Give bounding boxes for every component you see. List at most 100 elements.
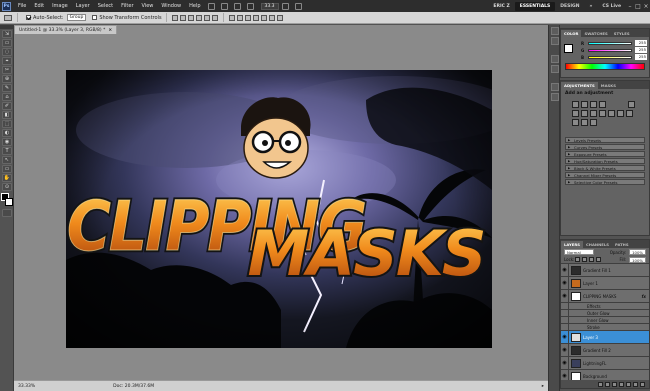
- menu-help[interactable]: Help: [185, 3, 204, 9]
- selective-color-icon[interactable]: [590, 119, 597, 126]
- new-group-icon[interactable]: [626, 381, 631, 387]
- workspace-more[interactable]: »: [584, 4, 597, 9]
- menu-window[interactable]: Window: [157, 3, 185, 9]
- green-slider[interactable]: [588, 48, 632, 52]
- screen-mode-icon[interactable]: [294, 2, 302, 10]
- eraser-tool-icon[interactable]: ⬚: [2, 120, 12, 128]
- preset-item[interactable]: Black & White Presets: [565, 165, 645, 171]
- distribute-bottom-icon[interactable]: [244, 14, 251, 21]
- layer-effect-row[interactable]: Stroke: [561, 324, 649, 331]
- preset-item[interactable]: Exposure Presets: [565, 151, 645, 157]
- eye-icon[interactable]: [561, 317, 569, 323]
- eye-icon[interactable]: ◉: [561, 290, 569, 302]
- blue-slider[interactable]: [588, 55, 632, 59]
- levels-icon[interactable]: [581, 101, 588, 108]
- red-value[interactable]: 255: [635, 40, 647, 46]
- clone-source-panel-icon[interactable]: [551, 65, 559, 73]
- menu-image[interactable]: Image: [48, 3, 72, 9]
- blue-value[interactable]: 255: [635, 54, 647, 60]
- brightness-contrast-icon[interactable]: [572, 101, 579, 108]
- lasso-tool-icon[interactable]: ◌: [2, 48, 12, 56]
- brush-panel-icon[interactable]: [551, 55, 559, 63]
- add-mask-icon[interactable]: [612, 381, 617, 387]
- fg-bg-swatch[interactable]: [564, 44, 576, 56]
- tab-swatches[interactable]: SWATCHES: [581, 30, 610, 37]
- new-layer-icon[interactable]: [633, 381, 638, 387]
- mini-bridge-icon[interactable]: [220, 2, 228, 10]
- quick-mask-icon[interactable]: [2, 209, 12, 217]
- gradient-tool-icon[interactable]: ◐: [2, 129, 12, 137]
- tab-color[interactable]: COLOR: [561, 30, 582, 37]
- layer-style-icon[interactable]: [605, 381, 610, 387]
- history-panel-icon[interactable]: [551, 27, 559, 35]
- layer-row[interactable]: ◉ Layer 3: [561, 331, 649, 344]
- fill-value[interactable]: 100%: [629, 256, 646, 263]
- menu-file[interactable]: File: [14, 3, 30, 9]
- color-swatches[interactable]: [1, 193, 13, 207]
- hand-tool-icon[interactable]: ✋: [2, 174, 12, 182]
- distribute-top-icon[interactable]: [228, 14, 235, 21]
- tab-channels[interactable]: CHANNELS: [583, 241, 612, 248]
- brush-tool-icon[interactable]: ✐: [2, 102, 12, 110]
- align-bottom-icon[interactable]: [187, 14, 194, 21]
- invert-icon[interactable]: [617, 110, 624, 117]
- eye-icon[interactable]: ◉: [561, 344, 569, 356]
- eye-icon[interactable]: [561, 324, 569, 330]
- show-transform-checkbox[interactable]: [92, 15, 98, 20]
- layer-effect-row[interactable]: Inner Glow: [561, 317, 649, 324]
- move-tool-icon[interactable]: ⇲: [2, 30, 12, 38]
- opacity-value[interactable]: 100%: [629, 249, 646, 255]
- layer-effects-icon[interactable]: fx: [642, 294, 649, 299]
- lock-all-icon[interactable]: [596, 257, 602, 262]
- eyedropper-tool-icon[interactable]: ⊕: [2, 75, 12, 83]
- actions-panel-icon[interactable]: [551, 37, 559, 45]
- tab-layers[interactable]: LAYERS: [561, 241, 583, 248]
- align-vcenter-icon[interactable]: [179, 14, 186, 21]
- background-color[interactable]: [5, 198, 13, 206]
- hand-tool-icon[interactable]: [233, 2, 241, 10]
- bridge-icon[interactable]: [207, 2, 215, 10]
- delete-layer-icon[interactable]: [640, 381, 645, 387]
- preset-item[interactable]: Channel Mixer Presets: [565, 172, 645, 178]
- crop-tool-icon[interactable]: ✂: [2, 66, 12, 74]
- eye-icon[interactable]: [561, 303, 569, 309]
- canvas[interactable]: CLIPPING CLIPPING MASKS: [66, 70, 492, 348]
- workspace-essentials[interactable]: ESSENTIALS: [514, 1, 556, 11]
- gradient-map-icon[interactable]: [581, 119, 588, 126]
- green-value[interactable]: 255: [635, 47, 647, 53]
- distribute-hcenter-icon[interactable]: [260, 14, 267, 21]
- status-zoom[interactable]: 33.33%: [14, 384, 39, 389]
- zoom-tool-icon[interactable]: [246, 2, 254, 10]
- close-document-icon[interactable]: ×: [108, 28, 112, 33]
- align-hcenter-icon[interactable]: [203, 14, 210, 21]
- layer-row[interactable]: ◉ Layer 1: [561, 277, 649, 290]
- layer-effect-row[interactable]: Effects: [561, 303, 649, 310]
- layer-row[interactable]: ◉ CLIPPING MASKS fx: [561, 290, 649, 303]
- eye-icon[interactable]: ◉: [561, 331, 569, 343]
- preset-item[interactable]: Curves Presets: [565, 144, 645, 150]
- quick-select-tool-icon[interactable]: ⌖: [2, 57, 12, 65]
- posterize-icon[interactable]: [626, 110, 633, 117]
- layer-row[interactable]: ◉ Gradient Fill 1: [561, 264, 649, 277]
- shape-tool-icon[interactable]: ▭: [2, 165, 12, 173]
- stamp-tool-icon[interactable]: ⌂: [2, 93, 12, 101]
- new-adjustment-icon[interactable]: [619, 381, 624, 387]
- status-arrow-icon[interactable]: ▸: [538, 384, 548, 389]
- photo-filter-icon[interactable]: [599, 110, 606, 117]
- hue-saturation-icon[interactable]: [572, 110, 579, 117]
- menu-filter[interactable]: Filter: [117, 3, 137, 9]
- auto-select-dropdown[interactable]: Group: [66, 14, 87, 21]
- black-white-icon[interactable]: [590, 110, 597, 117]
- type-tool-icon[interactable]: T: [2, 147, 12, 155]
- menu-select[interactable]: Select: [94, 3, 117, 9]
- auto-align-icon[interactable]: [276, 14, 283, 21]
- lock-position-icon[interactable]: [589, 257, 595, 262]
- dodge-tool-icon[interactable]: ◉: [2, 138, 12, 146]
- blend-mode-select[interactable]: Normal: [564, 249, 594, 255]
- channel-mixer-icon[interactable]: [608, 110, 615, 117]
- lock-transparency-icon[interactable]: [575, 257, 581, 262]
- layer-row[interactable]: ◉ LightningFL: [561, 357, 649, 370]
- distribute-left-icon[interactable]: [252, 14, 259, 21]
- healing-brush-tool-icon[interactable]: ✎: [2, 84, 12, 92]
- align-top-icon[interactable]: [171, 14, 178, 21]
